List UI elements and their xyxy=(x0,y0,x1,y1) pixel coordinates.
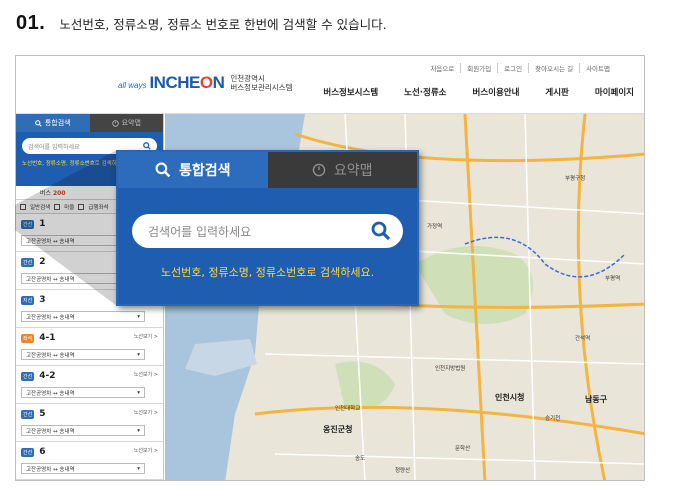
clock-icon xyxy=(312,163,326,177)
zoomed-tab-summary[interactable]: 요약맵 xyxy=(267,152,417,188)
zoomed-search-input[interactable]: 검색어를 입력하세요 xyxy=(132,214,403,248)
zoomed-search-hint: 노선번호, 정류소명, 정류소번호로 검색하세요. xyxy=(160,266,375,279)
zoomed-tab-search-label: 통합검색 xyxy=(178,163,231,179)
search-icon xyxy=(155,162,171,178)
zoomed-tab-search[interactable]: 통합검색 xyxy=(118,152,268,188)
zoomed-tabs: 통합검색 요약맵 xyxy=(118,152,417,188)
zoomed-tab-summary-label: 요약맵 xyxy=(333,163,373,179)
search-icon[interactable] xyxy=(371,221,391,241)
zoomed-search-panel: 통합검색 요약맵 검색어를 입력하세요 노선번호, 정류소명, 정류소번호로 검… xyxy=(116,150,419,306)
zoomed-search-placeholder: 검색어를 입력하세요 xyxy=(148,224,252,239)
